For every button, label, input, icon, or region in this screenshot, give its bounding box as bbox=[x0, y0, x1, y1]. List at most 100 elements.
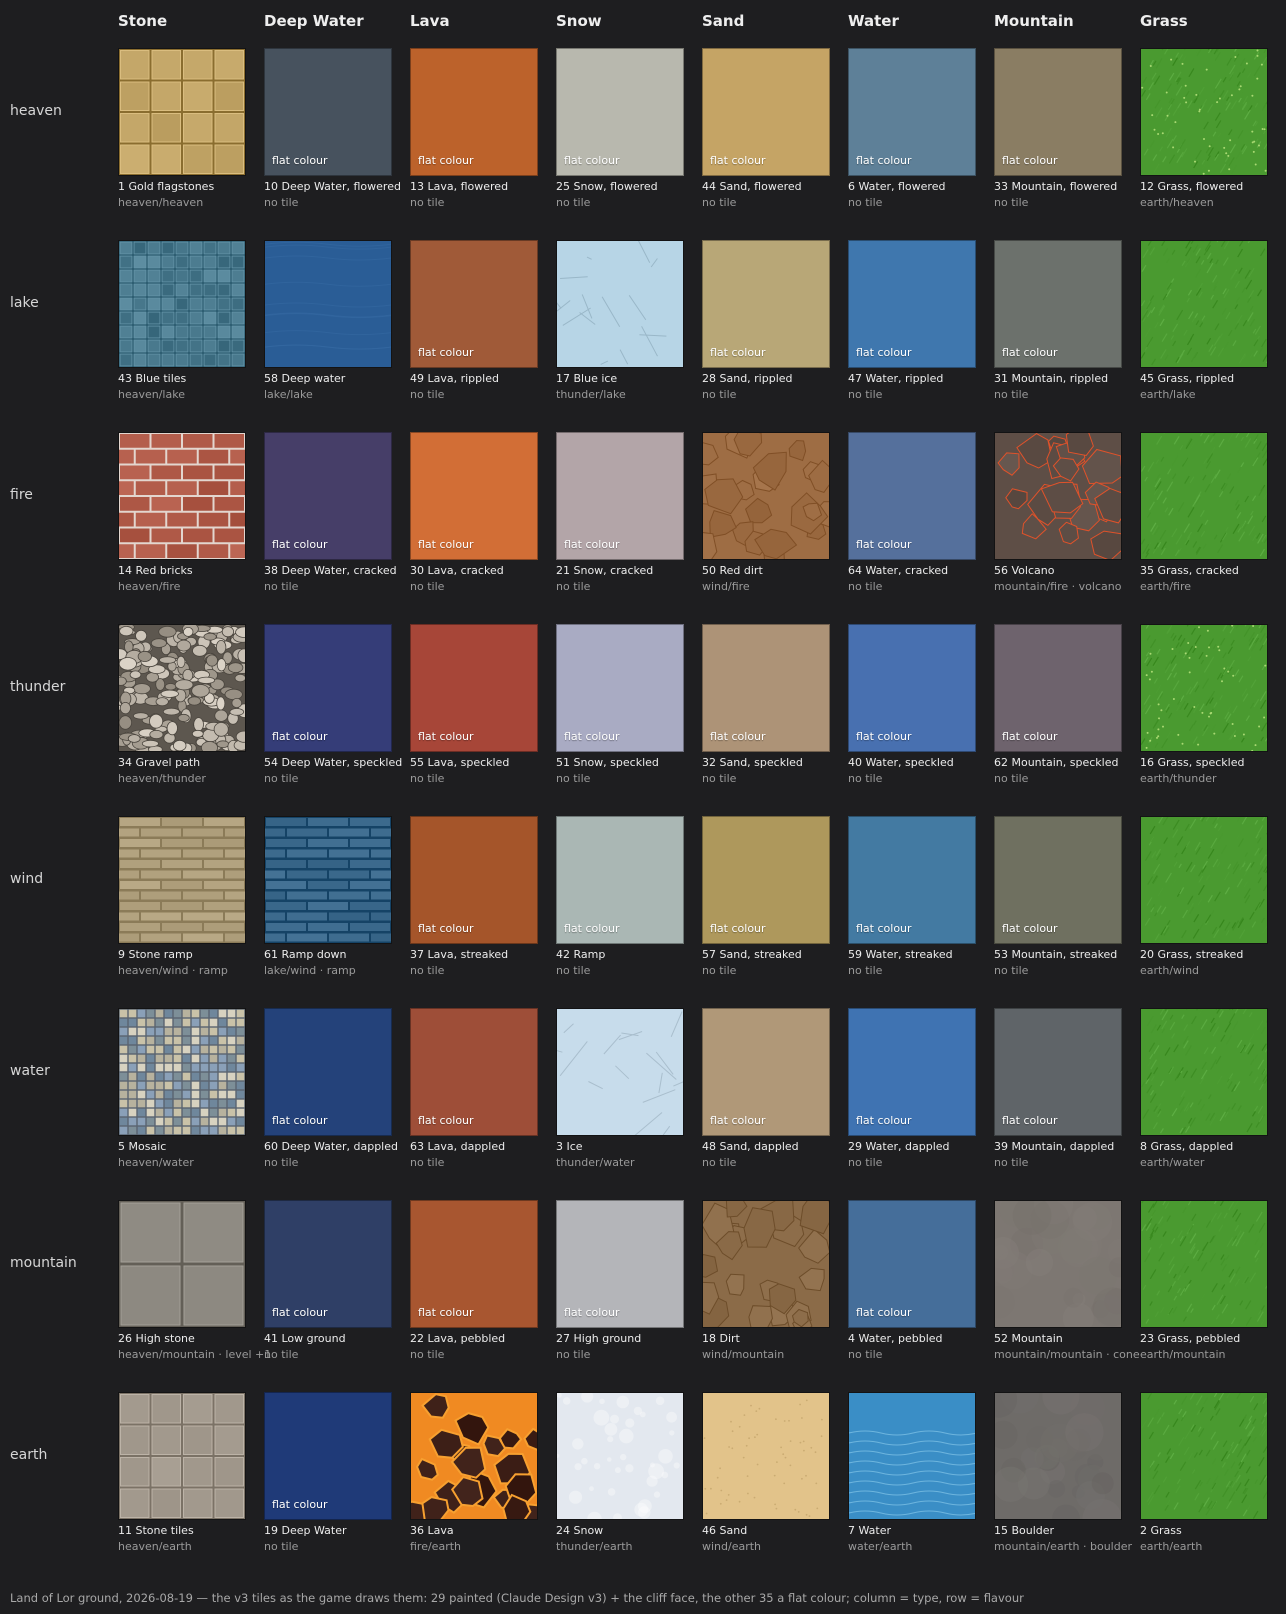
tile-cell: flat colour 30 Lava, cracked no tile bbox=[410, 432, 538, 593]
flat-colour-swatch: flat colour bbox=[556, 48, 684, 176]
flat-colour-label: flat colour bbox=[564, 730, 620, 743]
tile-texture bbox=[118, 1200, 246, 1328]
tile-subtitle: heaven/water bbox=[118, 1156, 194, 1169]
tile-cell: 26 High stone heaven/mountain · level +1 bbox=[118, 1200, 271, 1361]
row-label-wind: wind bbox=[10, 871, 44, 887]
tile-subtitle: earth/wind bbox=[1140, 964, 1200, 977]
tile-title: 12 Grass, flowered bbox=[1140, 180, 1244, 193]
tile-subtitle: wind/fire bbox=[702, 580, 750, 593]
tile-title: 13 Lava, flowered bbox=[410, 180, 509, 193]
tile-subtitle: no tile bbox=[556, 1348, 591, 1361]
flat-colour-label: flat colour bbox=[272, 538, 328, 551]
tile-cell: flat colour 39 Mountain, dappled no tile bbox=[994, 1008, 1122, 1169]
tile-cell: flat colour 47 Water, rippled no tile bbox=[848, 240, 976, 401]
tile-texture bbox=[556, 1392, 684, 1520]
column-header-water: Water bbox=[848, 12, 899, 30]
tile-title: 2 Grass bbox=[1140, 1524, 1182, 1537]
tile-title: 43 Blue tiles bbox=[118, 372, 187, 385]
flat-colour-label: flat colour bbox=[856, 1306, 912, 1319]
flat-colour-swatch: flat colour bbox=[264, 48, 392, 176]
tile-subtitle: no tile bbox=[410, 1348, 445, 1361]
flat-colour-swatch: flat colour bbox=[702, 240, 830, 368]
tile-cell: flat colour 54 Deep Water, speckled no til… bbox=[264, 624, 402, 785]
column-header-lava: Lava bbox=[410, 12, 450, 30]
tile-title: 4 Water, pebbled bbox=[848, 1332, 943, 1345]
flat-colour-label: flat colour bbox=[1002, 154, 1058, 167]
flat-colour-label: flat colour bbox=[710, 346, 766, 359]
column-header-sand: Sand bbox=[702, 12, 745, 30]
tile-cell: 16 Grass, speckled earth/thunder bbox=[1140, 624, 1268, 785]
tile-cell: 45 Grass, rippled earth/lake bbox=[1140, 240, 1268, 401]
tile-title: 30 Lava, cracked bbox=[410, 564, 504, 577]
flat-colour-label: flat colour bbox=[418, 922, 474, 935]
flat-colour-swatch: flat colour bbox=[848, 816, 976, 944]
tile-texture bbox=[1140, 240, 1268, 368]
tile-title: 36 Lava bbox=[410, 1524, 454, 1537]
tile-cell: flat colour 57 Sand, streaked no tile bbox=[702, 816, 830, 977]
flat-colour-swatch: flat colour bbox=[410, 1008, 538, 1136]
tile-title: 60 Deep Water, dappled bbox=[264, 1140, 398, 1153]
tile-subtitle: no tile bbox=[848, 580, 883, 593]
tile-texture bbox=[556, 1008, 684, 1136]
tile-subtitle: no tile bbox=[702, 1156, 737, 1169]
tile-texture bbox=[1140, 1008, 1268, 1136]
tile-texture bbox=[118, 624, 246, 752]
tile-cell: 52 Mountain mountain/mountain · cone bbox=[994, 1200, 1140, 1361]
tile-cell: flat colour 13 Lava, flowered no tile bbox=[410, 48, 538, 209]
tile-subtitle: earth/water bbox=[1140, 1156, 1205, 1169]
tile-subtitle: no tile bbox=[410, 1156, 445, 1169]
flat-colour-label: flat colour bbox=[856, 538, 912, 551]
tile-cell: flat colour 28 Sand, rippled no tile bbox=[702, 240, 830, 401]
tile-title: 6 Water, flowered bbox=[848, 180, 946, 193]
tile-cell: 15 Boulder mountain/earth · boulder bbox=[994, 1392, 1132, 1553]
flat-colour-label: flat colour bbox=[1002, 730, 1058, 743]
tile-subtitle: earth/thunder bbox=[1140, 772, 1217, 785]
tile-title: 19 Deep Water bbox=[264, 1524, 347, 1537]
tile-title: 49 Lava, rippled bbox=[410, 372, 499, 385]
tile-title: 61 Ramp down bbox=[264, 948, 347, 961]
tile-title: 57 Sand, streaked bbox=[702, 948, 802, 961]
tile-title: 58 Deep water bbox=[264, 372, 346, 385]
tile-title: 26 High stone bbox=[118, 1332, 195, 1345]
tile-subtitle: wind/earth bbox=[702, 1540, 762, 1553]
tile-texture bbox=[118, 1392, 246, 1520]
tile-cell: flat colour 19 Deep Water no tile bbox=[264, 1392, 392, 1553]
tile-subtitle: no tile bbox=[264, 196, 299, 209]
tile-cell: 56 Volcano mountain/fire · volcano bbox=[994, 432, 1122, 593]
tile-texture bbox=[410, 1392, 538, 1520]
flat-colour-label: flat colour bbox=[1002, 922, 1058, 935]
tile-title: 38 Deep Water, cracked bbox=[264, 564, 397, 577]
tile-subtitle: no tile bbox=[264, 1156, 299, 1169]
tile-title: 59 Water, streaked bbox=[848, 948, 953, 961]
tile-title: 44 Sand, flowered bbox=[702, 180, 802, 193]
tile-subtitle: heaven/mountain · level +1 bbox=[118, 1348, 272, 1361]
tile-cell: flat colour 21 Snow, cracked no tile bbox=[556, 432, 684, 593]
tile-subtitle: no tile bbox=[848, 964, 883, 977]
tile-title: 51 Snow, speckled bbox=[556, 756, 659, 769]
flat-colour-swatch: flat colour bbox=[848, 48, 976, 176]
tile-title: 37 Lava, streaked bbox=[410, 948, 509, 961]
tile-cell: flat colour 37 Lava, streaked no tile bbox=[410, 816, 538, 977]
flat-colour-label: flat colour bbox=[710, 730, 766, 743]
tile-cell: flat colour 59 Water, streaked no tile bbox=[848, 816, 976, 977]
tile-title: 23 Grass, pebbled bbox=[1140, 1332, 1241, 1345]
tile-subtitle: no tile bbox=[556, 580, 591, 593]
flat-colour-swatch: flat colour bbox=[410, 816, 538, 944]
tile-title: 28 Sand, rippled bbox=[702, 372, 793, 385]
tile-cell: flat colour 6 Water, flowered no tile bbox=[848, 48, 976, 209]
tile-cell: 17 Blue ice thunder/lake bbox=[556, 240, 684, 401]
tile-cell: 24 Snow thunder/earth bbox=[556, 1392, 684, 1553]
tile-title: 35 Grass, cracked bbox=[1140, 564, 1239, 577]
tile-subtitle: no tile bbox=[556, 772, 591, 785]
tile-title: 15 Boulder bbox=[994, 1524, 1055, 1537]
tile-texture bbox=[118, 1008, 246, 1136]
flat-colour-swatch: flat colour bbox=[264, 1392, 392, 1520]
tile-title: 64 Water, cracked bbox=[848, 564, 949, 577]
tile-cell: 18 Dirt wind/mountain bbox=[702, 1200, 830, 1361]
tile-texture bbox=[1140, 1200, 1268, 1328]
tile-title: 56 Volcano bbox=[994, 564, 1055, 577]
row-label-fire: fire bbox=[10, 487, 33, 503]
tile-title: 47 Water, rippled bbox=[848, 372, 944, 385]
tile-title: 50 Red dirt bbox=[702, 564, 763, 577]
flat-colour-label: flat colour bbox=[1002, 1114, 1058, 1127]
